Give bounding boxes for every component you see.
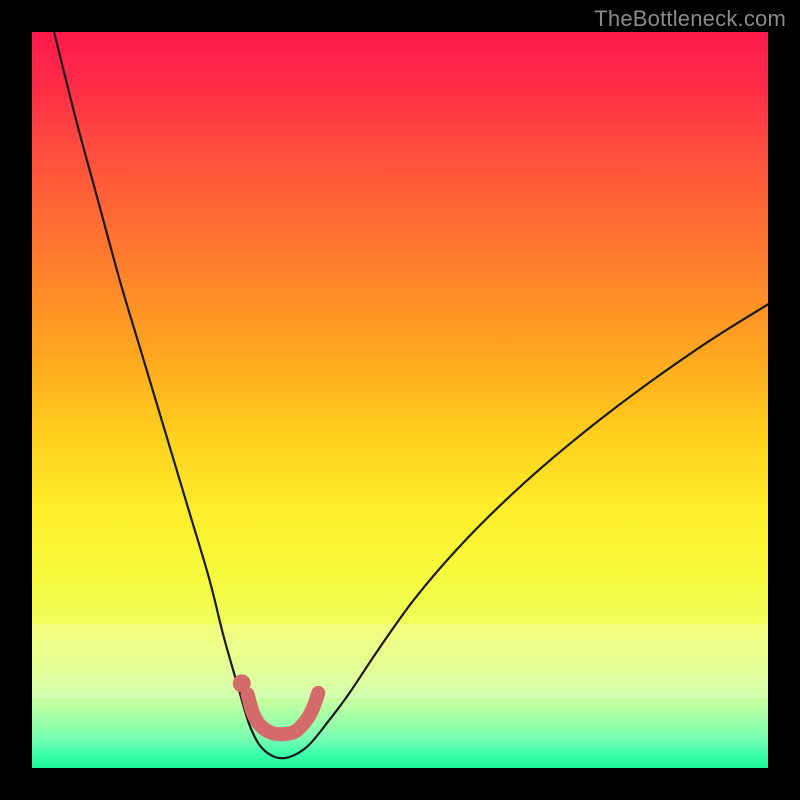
watermark-text: TheBottleneck.com [594, 6, 786, 32]
accent-dot [233, 674, 251, 692]
plot-area [32, 32, 768, 768]
accent-curve [248, 693, 319, 734]
chart-svg [32, 32, 768, 768]
chart-frame: TheBottleneck.com [0, 0, 800, 800]
bottleneck-curve [54, 32, 768, 758]
